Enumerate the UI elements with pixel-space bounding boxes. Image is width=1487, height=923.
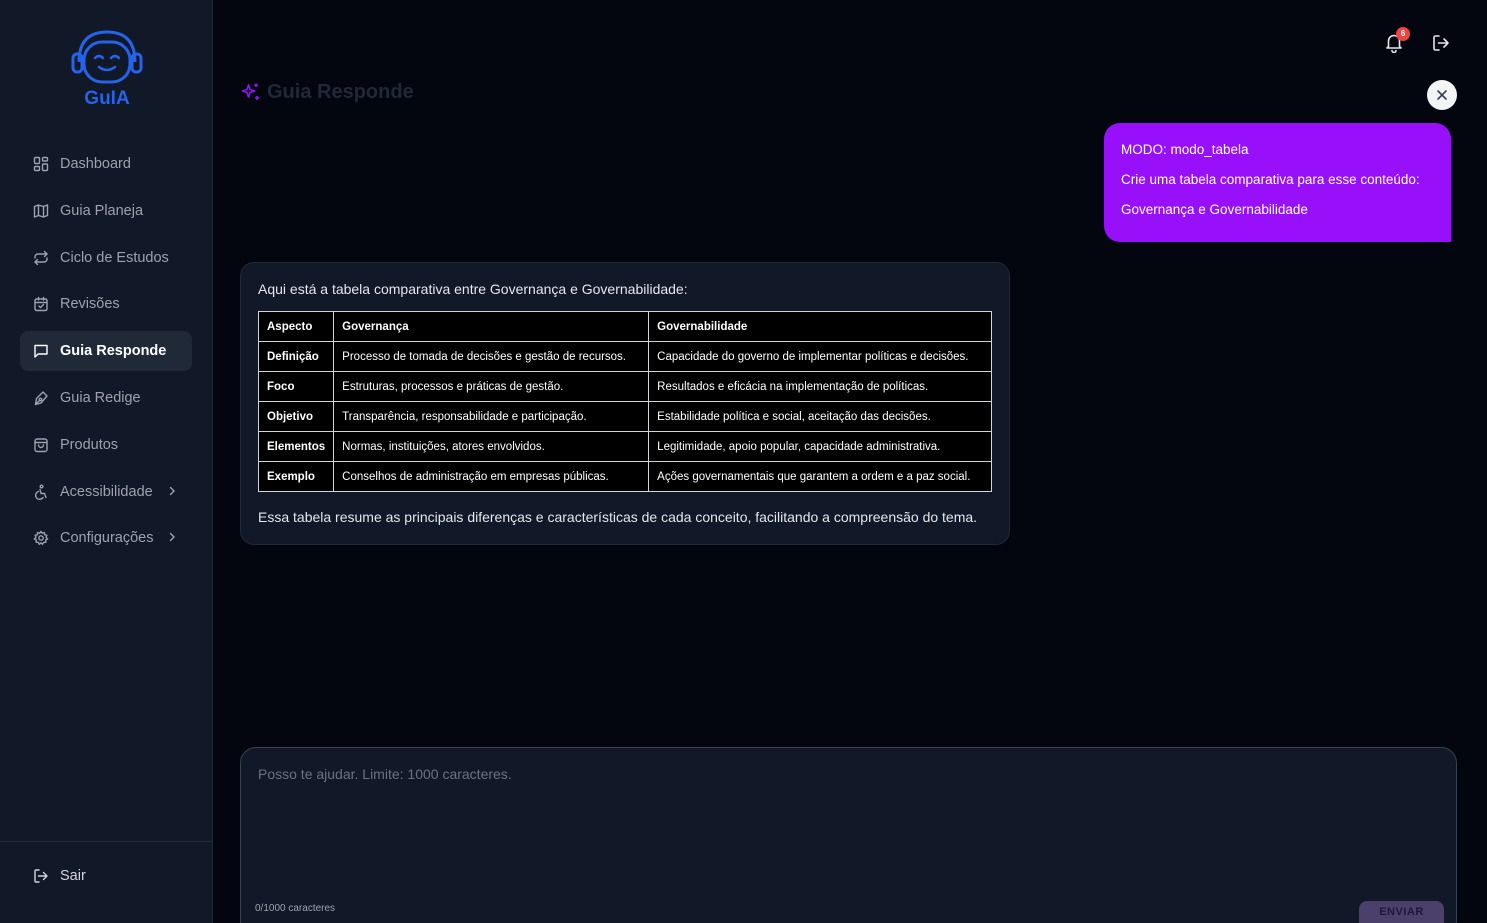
app-logo[interactable]: GuIA bbox=[70, 28, 144, 110]
accessibility-icon bbox=[33, 484, 49, 500]
chevron-right-icon bbox=[169, 533, 175, 542]
table-header-cell: Governança bbox=[333, 311, 650, 342]
assistant-message-bubble: Aqui está a tabela comparativa entre Gov… bbox=[240, 262, 1010, 545]
table-cell: Transparência, responsabilidade e partic… bbox=[333, 401, 650, 432]
comparison-table: Aspecto Governança Governabilidade Defin… bbox=[257, 311, 992, 492]
table-header-cell: Aspecto bbox=[257, 311, 335, 342]
map-icon bbox=[33, 203, 49, 219]
sidebar-item-revisoes[interactable]: Revisões bbox=[20, 284, 192, 324]
table-cell: Exemplo bbox=[257, 461, 335, 492]
table-row: Definição Processo de tomada de decisões… bbox=[257, 341, 992, 372]
message-input[interactable] bbox=[258, 766, 1438, 886]
table-header-cell: Governabilidade bbox=[648, 311, 992, 342]
sidebar-item-acessibilidade[interactable]: Acessibilidade bbox=[20, 472, 192, 512]
table-row: Exemplo Conselhos de administração em em… bbox=[257, 461, 992, 492]
dashboard-icon bbox=[33, 156, 49, 172]
sidebar-item-label: Revisões bbox=[60, 296, 120, 313]
table-cell: Definição bbox=[257, 341, 335, 372]
assistant-message-intro: Aqui está a tabela comparativa entre Gov… bbox=[258, 281, 688, 297]
sidebar-item-ciclo-de-estudos[interactable]: Ciclo de Estudos bbox=[20, 238, 192, 278]
sidebar: GuIA Dashboard Guia Planeja Ciclo de Est… bbox=[0, 0, 213, 923]
user-message-line: Governança e Governabilidade bbox=[1121, 202, 1308, 217]
sidebar-item-guia-responde[interactable]: Guia Responde bbox=[20, 331, 192, 372]
table-cell: Ações governamentais que garantem a orde… bbox=[648, 461, 992, 492]
logout-label: Sair bbox=[60, 868, 86, 884]
table-cell: Resultados e eficácia na implementação d… bbox=[648, 371, 992, 402]
table-cell: Processo de tomada de decisões e gestão … bbox=[333, 341, 650, 372]
table-cell: Foco bbox=[257, 371, 335, 402]
character-counter: 0/1000 caracteres bbox=[255, 903, 336, 914]
page-title: Guia Responde bbox=[240, 81, 414, 104]
sidebar-nav: Dashboard Guia Planeja Ciclo de Estudos … bbox=[20, 144, 192, 565]
table-cell: Estruturas, processos e práticas de gest… bbox=[333, 371, 650, 402]
table-cell: Objetivo bbox=[257, 401, 335, 432]
sidebar-item-label: Produtos bbox=[60, 436, 119, 453]
sidebar-logout-button[interactable]: Sair bbox=[33, 868, 86, 884]
user-message-line: Crie uma tabela comparativa para esse co… bbox=[1121, 172, 1420, 187]
table-cell: Elementos bbox=[257, 431, 335, 462]
sidebar-footer: Sair bbox=[0, 841, 212, 923]
table-cell: Conselhos de administração em empresas p… bbox=[333, 461, 650, 492]
sidebar-item-produtos[interactable]: Produtos bbox=[20, 425, 192, 465]
bag-icon bbox=[33, 437, 49, 453]
table-row: Objetivo Transparência, responsabilidade… bbox=[257, 401, 992, 432]
calendar-icon bbox=[33, 296, 49, 312]
table-cell: Estabilidade política e social, aceitaçã… bbox=[648, 401, 992, 432]
app-root: GuIA Dashboard Guia Planeja Ciclo de Est… bbox=[0, 0, 1487, 923]
user-message-line: MODO: modo_tabela bbox=[1121, 142, 1249, 157]
sidebar-item-label: Ciclo de Estudos bbox=[60, 249, 169, 266]
close-icon bbox=[1437, 90, 1447, 100]
sidebar-item-guia-redige[interactable]: Guia Redige bbox=[20, 378, 192, 418]
table-cell: Legitimidade, apoio popular, capacidade … bbox=[648, 431, 992, 462]
gear-icon bbox=[33, 530, 49, 546]
sidebar-item-label: Acessibilidade bbox=[60, 483, 153, 500]
sidebar-item-label: Guia Planeja bbox=[60, 202, 144, 219]
chat-icon bbox=[33, 343, 49, 359]
message-composer: 0/1000 caracteres ENVIAR bbox=[240, 747, 1457, 923]
send-button[interactable]: ENVIAR bbox=[1359, 901, 1444, 923]
robot-logo-icon bbox=[71, 30, 143, 84]
logo-text: GuIA bbox=[84, 88, 130, 109]
chevron-right-icon bbox=[169, 486, 175, 495]
table-cell: Normas, instituições, atores envolvidos. bbox=[333, 431, 650, 462]
pen-icon bbox=[33, 390, 49, 406]
sidebar-item-label: Guia Redige bbox=[60, 389, 141, 406]
cycle-icon bbox=[33, 250, 49, 266]
sidebar-item-configuracoes[interactable]: Configurações bbox=[20, 518, 192, 558]
table-cell: Capacidade do governo de implementar pol… bbox=[648, 341, 992, 372]
logout-icon bbox=[34, 869, 48, 883]
table-header-row: Aspecto Governança Governabilidade bbox=[257, 311, 992, 342]
close-button[interactable] bbox=[1427, 80, 1457, 110]
sidebar-item-guia-planeja[interactable]: Guia Planeja bbox=[20, 191, 192, 231]
assistant-message-outro: Essa tabela resume as principais diferen… bbox=[258, 509, 978, 525]
table-row: Foco Estruturas, processos e práticas de… bbox=[257, 371, 992, 402]
logout-icon[interactable] bbox=[1431, 33, 1451, 53]
sidebar-item-label: Dashboard bbox=[60, 156, 131, 172]
page-title-text: Guia Responde bbox=[267, 81, 414, 103]
sparkles-icon bbox=[241, 83, 259, 100]
user-message-bubble: MODO: modo_tabela Crie uma tabela compar… bbox=[1104, 123, 1451, 242]
notification-badge: 6 bbox=[1396, 27, 1410, 41]
sidebar-item-label: Guia Responde bbox=[60, 343, 167, 360]
sidebar-item-dashboard[interactable]: Dashboard bbox=[20, 144, 192, 184]
table-row: Elementos Normas, instituições, atores e… bbox=[257, 431, 992, 462]
sidebar-item-label: Configurações bbox=[60, 530, 154, 547]
